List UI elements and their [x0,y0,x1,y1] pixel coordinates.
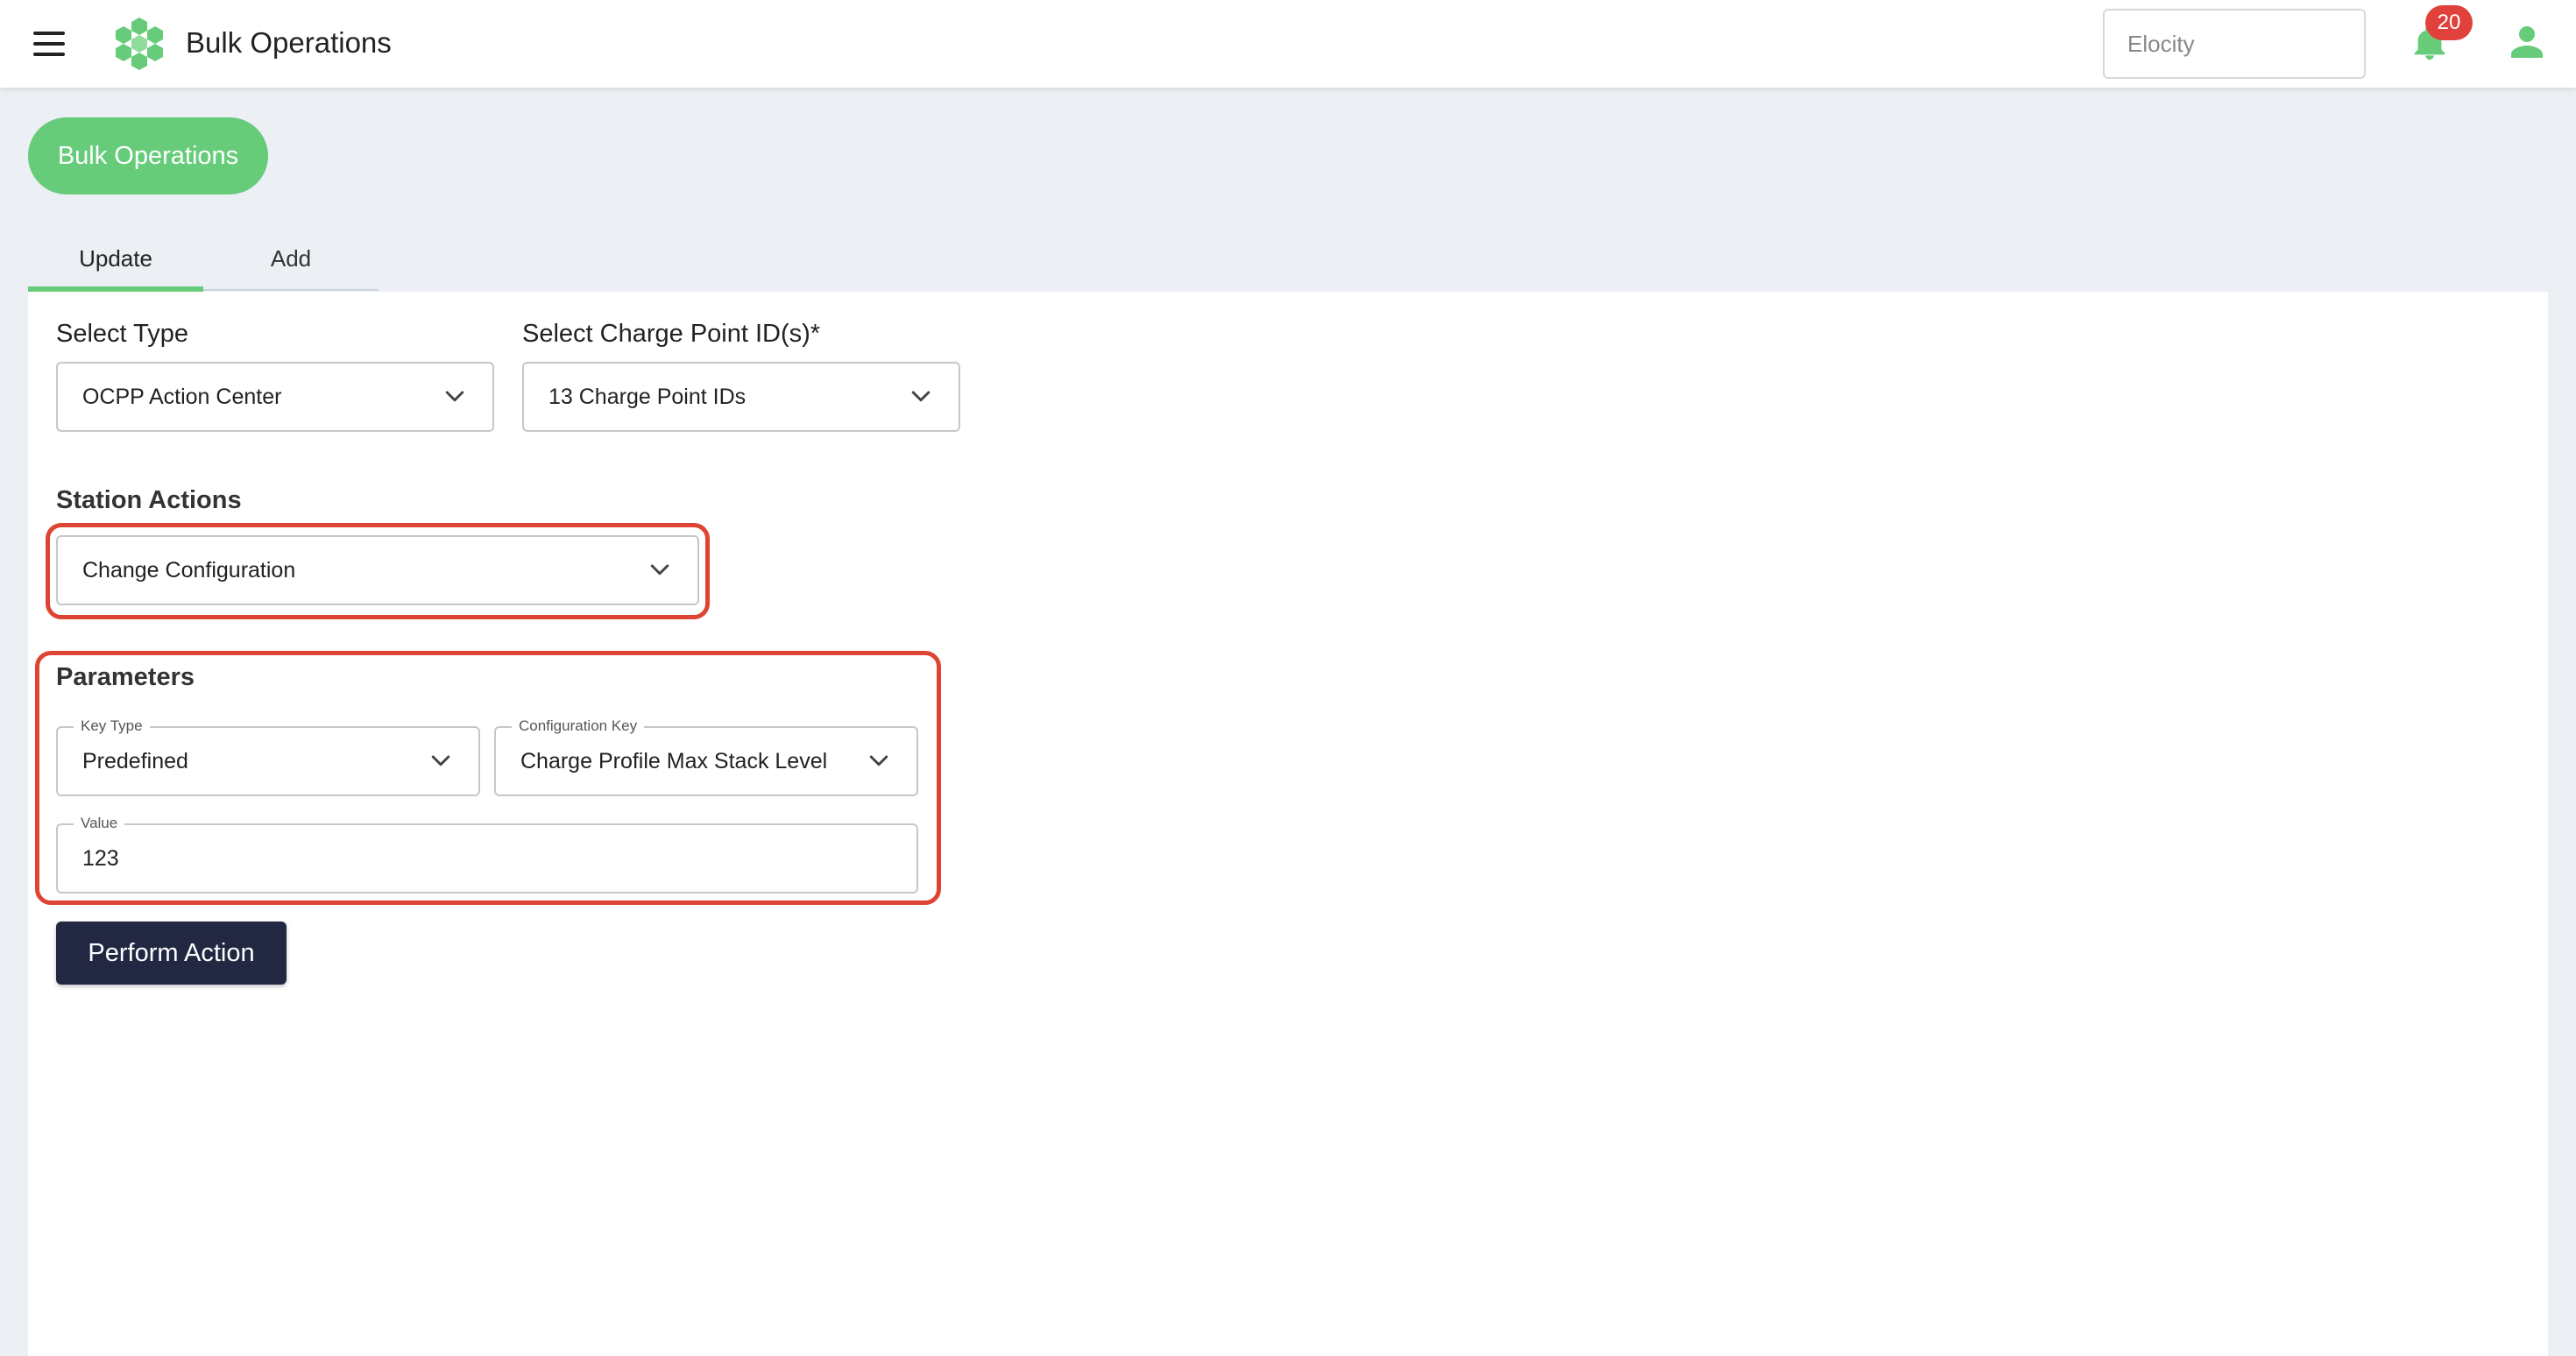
user-icon[interactable] [2506,21,2548,63]
notification-badge: 20 [2425,5,2473,40]
select-type-dropdown[interactable]: OCPP Action Center [56,362,494,432]
station-actions-label: Station Actions [56,486,242,514]
tab-add[interactable]: Add [203,226,379,292]
value-label: Value [74,815,125,832]
tab-update[interactable]: Update [28,226,203,292]
perform-action-button[interactable]: Perform Action [56,922,287,985]
select-type-value: OCPP Action Center [82,384,282,409]
key-type-label: Key Type [74,717,150,735]
hexagon-cluster-logo [116,18,163,70]
key-type-value: Predefined [82,748,188,773]
configuration-key-dropdown[interactable]: Configuration Key Charge Profile Max Sta… [494,717,918,796]
charge-point-value: 13 Charge Point IDs [548,384,747,409]
charge-point-dropdown[interactable]: 13 Charge Point IDs [522,362,960,432]
chevron-down-icon [445,391,464,402]
app-root: Bulk Operations Elocity 20 Bulk Operatio… [0,0,2576,1356]
value-field[interactable]: Value 123 [56,815,918,893]
configuration-key-label: Configuration Key [512,717,645,735]
configuration-key-value: Charge Profile Max Stack Level [520,748,828,773]
value-input-text: 123 [82,845,119,871]
organization-select[interactable]: Elocity [2103,9,2366,79]
station-actions-dropdown[interactable]: Change Configuration [56,535,699,605]
chevron-down-icon [431,755,450,766]
content-panel: Select Type OCPP Action Center Select Ch… [28,292,2548,1356]
key-type-dropdown[interactable]: Key Type Predefined [56,717,480,796]
parameters-title: Parameters [56,663,195,691]
charge-point-label: Select Charge Point ID(s)* [522,320,821,348]
chevron-down-icon [911,391,931,402]
bulk-operations-button[interactable]: Bulk Operations [28,117,268,194]
select-type-label: Select Type [56,320,189,348]
hamburger-menu-icon[interactable] [26,26,72,61]
app-title: Bulk Operations [186,26,392,59]
station-actions-value: Change Configuration [82,557,296,583]
chevron-down-icon [650,564,669,576]
tab-bar: Update Add [28,226,379,292]
top-bar: Bulk Operations Elocity 20 [0,0,2576,88]
chevron-down-icon [869,755,888,766]
